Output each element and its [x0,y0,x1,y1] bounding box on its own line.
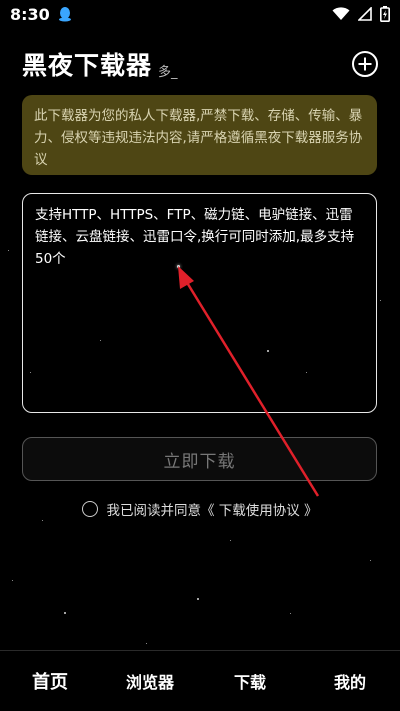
cell-signal-icon [358,7,372,21]
title-suffix: 多_ [158,64,178,80]
disclaimer-notice: 此下载器为您的私人下载器,严禁下载、存储、传输、暴力、侵权等违规违法内容,请严格… [22,95,377,175]
download-now-button[interactable]: 立即下载 [22,437,377,481]
agreement-text: 我已阅读并同意 [106,503,201,519]
status-time: 8:30 [10,4,50,24]
nav-home[interactable]: 首页 [0,668,100,694]
nav-downloads[interactable]: 下载 [200,669,300,693]
wifi-icon [332,7,350,20]
status-bar: 8:30 [0,0,400,28]
app-header: 黑夜下载器 多_ [22,44,378,84]
agreement-row: 我已阅读并同意 《 下载使用协议 》 [0,499,400,519]
agreement-link[interactable]: 《 下载使用协议 》 [201,499,318,519]
app-title: 黑夜下载器 [22,51,153,80]
nav-browser[interactable]: 浏览器 [100,669,200,693]
url-input-placeholder: 支持HTTP、HTTPS、FTP、磁力链、电驴链接、迅雷链接、云盘链接、迅雷口令… [35,207,355,267]
status-icons [332,6,390,22]
add-button[interactable] [352,51,378,77]
bottom-nav: 首页 浏览器 下载 我的 [0,650,400,711]
app-screen: 8:30 黑夜下载器 多_ 此下载器为您的私人下载器,严禁下载、存储、传输、暴力… [0,0,400,711]
qq-penguin-icon [58,7,71,22]
battery-charging-icon [380,6,390,22]
agree-radio[interactable] [82,501,99,517]
url-input[interactable]: 支持HTTP、HTTPS、FTP、磁力链、电驴链接、迅雷链接、云盘链接、迅雷口令… [22,193,377,413]
nav-profile[interactable]: 我的 [300,669,400,693]
